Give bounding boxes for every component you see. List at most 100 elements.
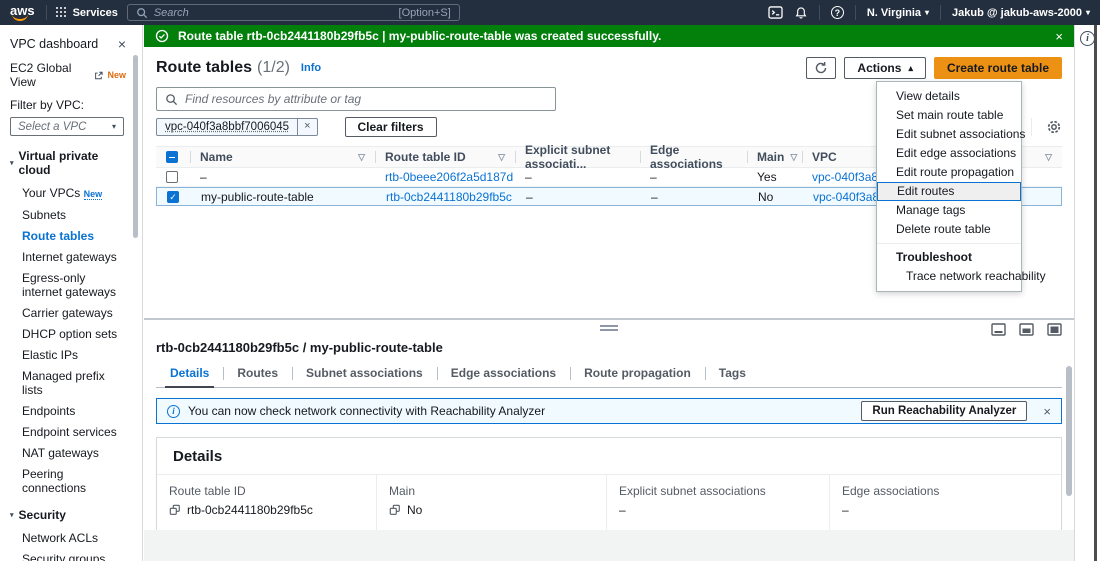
sidebar-item-nat-gateways[interactable]: NAT gateways (22, 446, 126, 460)
column-header-name[interactable]: Name ▽ (190, 147, 375, 167)
sidebar-item-security-groups[interactable]: Security groups (22, 552, 126, 561)
menu-item-edit-routes[interactable]: Edit routes (877, 182, 1021, 201)
find-resources-input[interactable]: Find resources by attribute or tag (156, 87, 556, 111)
sidebar-item-your-vpcs[interactable]: Your VPCs New (22, 186, 126, 201)
window-scrollbar[interactable] (1094, 25, 1097, 561)
sidebar-item-internet-gateways[interactable]: Internet gateways (22, 250, 126, 264)
preferences-gear-icon[interactable] (1046, 119, 1062, 135)
row-checkbox[interactable] (166, 171, 178, 183)
chevron-down-icon: ▾ (111, 121, 116, 131)
copy-icon[interactable] (389, 504, 401, 516)
sidebar-title[interactable]: VPC dashboard (10, 37, 98, 51)
sidebar-item-endpoints[interactable]: Endpoints (22, 404, 126, 418)
sidebar-item-endpoint-services[interactable]: Endpoint services (22, 425, 126, 439)
reachability-info-banner: i You can now check network connectivity… (156, 398, 1062, 424)
nav-divider (940, 5, 942, 20)
column-header-route-table-id[interactable]: Route table ID ▽ (375, 147, 515, 167)
sidebar-item-route-tables[interactable]: Route tables (22, 229, 126, 243)
chevron-up-icon: ▴ (908, 62, 913, 73)
search-icon (136, 7, 148, 18)
top-navigation: aws Services Search [Option+S] ? N. Virg… (0, 0, 1100, 25)
new-badge: New (107, 70, 126, 80)
menu-item-trace-network-reachability[interactable]: Trace network reachability (877, 267, 1046, 286)
panel-position-bottom-icon[interactable] (991, 323, 1006, 336)
split-panel-drag-handle[interactable] (600, 325, 618, 331)
run-reachability-analyzer-button[interactable]: Run Reachability Analyzer (861, 401, 1028, 421)
success-check-icon (155, 29, 169, 43)
external-link-icon (94, 71, 103, 79)
close-icon[interactable]: × (1055, 30, 1063, 43)
menu-item-delete-route-table[interactable]: Delete route table (877, 220, 1021, 239)
menu-item-edit-edge-associations[interactable]: Edit edge associations (877, 144, 1021, 163)
sidebar-item-dhcp-option-sets[interactable]: DHCP option sets (22, 327, 126, 341)
split-panel-scrollbar[interactable] (1066, 366, 1072, 496)
route-table-id-link[interactable]: rtb-0beee206f2a5d187d (385, 170, 513, 184)
tab-details[interactable]: Details (156, 362, 223, 388)
sidebar-item-managed-prefix-lists[interactable]: Managed prefix lists (22, 369, 126, 397)
tab-route-propagation[interactable]: Route propagation (570, 362, 705, 387)
chevron-down-icon: ▾ (1085, 7, 1090, 17)
field-label: Main (389, 484, 416, 498)
column-header-main[interactable]: Main ▽ (747, 147, 802, 167)
column-header-explicit-subnet-associations[interactable]: Explicit subnet associati... (515, 143, 640, 171)
close-icon[interactable]: × (118, 37, 126, 51)
create-route-table-button[interactable]: Create route table (933, 57, 1062, 79)
actions-button[interactable]: Actions ▴ (844, 57, 926, 79)
tab-tags[interactable]: Tags (704, 362, 760, 387)
sidebar-item-carrier-gateways[interactable]: Carrier gateways (22, 306, 126, 320)
route-table-id-link[interactable]: rtb-0cb2441180b29fb5c (386, 190, 512, 204)
clear-filters-button[interactable]: Clear filters (344, 117, 437, 137)
info-panel-icon[interactable]: i (1080, 31, 1095, 46)
sidebar-item-subnets[interactable]: Subnets (22, 208, 126, 222)
notifications-bell-icon[interactable] (794, 6, 808, 20)
tab-edge-associations[interactable]: Edge associations (436, 362, 570, 387)
menu-item-edit-subnet-associations[interactable]: Edit subnet associations (877, 125, 1025, 144)
select-all-checkbox[interactable] (166, 151, 178, 163)
menu-item-manage-tags[interactable]: Manage tags (877, 201, 1021, 220)
panel-background (144, 530, 1074, 561)
refresh-button[interactable] (806, 57, 837, 79)
field-value: – (842, 503, 849, 517)
info-icon: i (167, 404, 180, 418)
region-selector[interactable]: N. Virginia ▾ (867, 7, 929, 19)
vpc-select[interactable]: Select a VPC ▾ (10, 117, 124, 136)
help-icon[interactable]: ? (830, 6, 844, 19)
account-menu[interactable]: Jakub @ jakub-aws-2000 ▾ (952, 7, 1090, 19)
column-header-edge-associations[interactable]: Edge associations (640, 143, 747, 171)
find-placeholder: Find resources by attribute or tag (185, 92, 362, 106)
sidebar-scrollbar[interactable] (133, 55, 138, 238)
sidebar-item-ec2-global-view[interactable]: EC2 Global View New (10, 61, 126, 89)
menu-item-view-details[interactable]: View details (877, 87, 1021, 106)
cloudshell-icon[interactable] (768, 6, 783, 19)
section-virtual-private-cloud[interactable]: ▾ Virtual private cloud (10, 149, 126, 177)
sidebar-item-network-acls[interactable]: Network ACLs (22, 531, 126, 545)
field-label: Explicit subnet associations (619, 484, 766, 498)
chevron-down-icon: ▾ (10, 159, 14, 167)
info-link[interactable]: Info (301, 62, 321, 74)
tab-routes[interactable]: Routes (223, 362, 292, 387)
menu-group-troubleshoot[interactable]: Troubleshoot (877, 248, 1021, 267)
copy-icon[interactable] (169, 504, 181, 516)
aws-logo[interactable]: aws (10, 3, 37, 22)
row-checkbox[interactable]: ✓ (167, 190, 179, 203)
section-security[interactable]: ▾ Security (10, 508, 126, 522)
field-label: Route table ID (169, 484, 246, 498)
close-icon[interactable]: × (1043, 404, 1051, 419)
tab-subnet-associations[interactable]: Subnet associations (292, 362, 437, 387)
panel-size-full-icon[interactable] (1047, 323, 1062, 336)
field-label: Edge associations (842, 484, 940, 498)
panel-size-half-icon[interactable] (1019, 323, 1034, 336)
global-search-input[interactable]: Search [Option+S] (126, 4, 460, 21)
services-button[interactable]: Services (55, 7, 118, 19)
sidebar-item-egress-only-internet-gateways[interactable]: Egress-only internet gateways (22, 271, 126, 299)
field-value: rtb-0cb2441180b29fb5c (187, 503, 313, 517)
sidebar-item-peering-connections[interactable]: Peering connections (22, 467, 126, 495)
select-all-header[interactable] (156, 147, 190, 167)
menu-item-set-main-route-table[interactable]: Set main route table (877, 106, 1021, 125)
sidebar-item-elastic-ips[interactable]: Elastic IPs (22, 348, 126, 362)
divider (1031, 118, 1032, 136)
sort-icon: ▽ (1045, 151, 1052, 162)
close-icon[interactable]: × (297, 119, 316, 135)
cell-explicit-subnet-associations: – (526, 189, 533, 204)
menu-item-edit-route-propagation[interactable]: Edit route propagation (877, 163, 1021, 182)
